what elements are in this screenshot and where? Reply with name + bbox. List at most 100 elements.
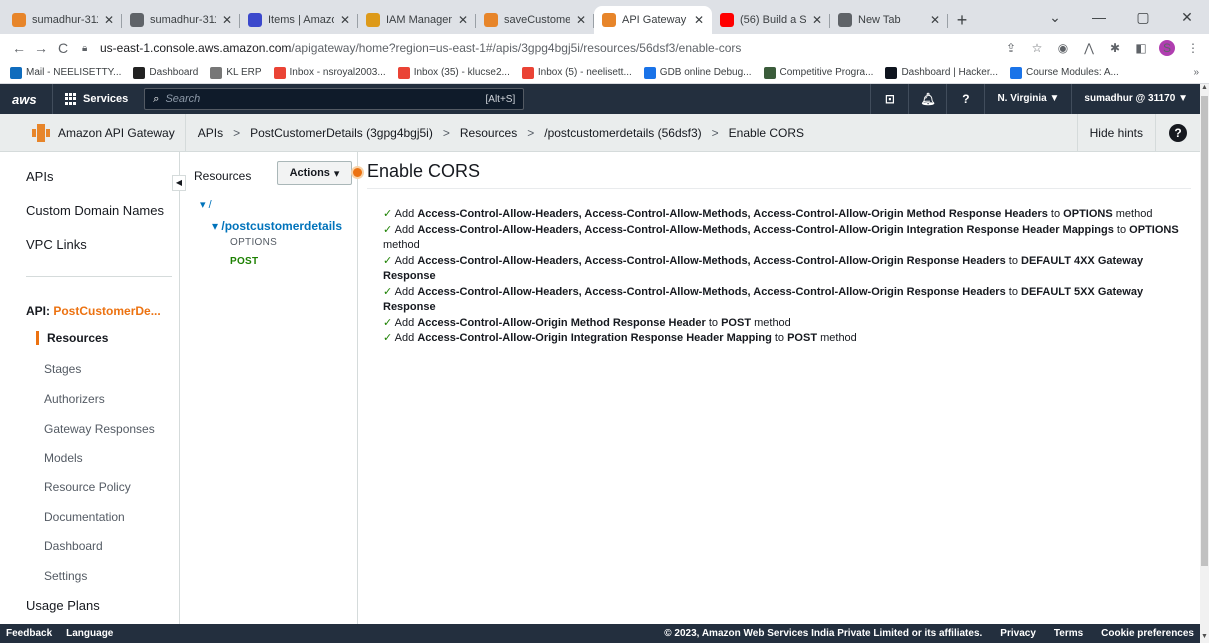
- browser-tab[interactable]: (56) Build a Serve ✕: [712, 6, 830, 34]
- profile-avatar[interactable]: S: [1159, 40, 1175, 56]
- tab-favicon-icon: [838, 13, 852, 27]
- sidebar-item-dashboard[interactable]: Dashboard: [44, 539, 103, 553]
- actions-dropdown-button[interactable]: Actions ▾: [277, 161, 352, 185]
- breadcrumb-resources[interactable]: Resources: [460, 126, 517, 140]
- bookmarks-overflow[interactable]: »: [1193, 67, 1199, 78]
- sidebar-item-resources[interactable]: Resources: [36, 331, 108, 345]
- hide-hints-button[interactable]: Hide hints: [1076, 113, 1156, 152]
- region-selector[interactable]: N. Virginia ▼: [984, 84, 1071, 114]
- step-headers: Access-Control-Allow-Headers, Access-Con…: [417, 208, 1048, 220]
- bookmark-item[interactable]: Competitive Progra...: [763, 66, 873, 79]
- maximize-button[interactable]: ▢: [1121, 9, 1165, 26]
- cors-step: ✓ Add Access-Control-Allow-Headers, Acce…: [383, 223, 1191, 254]
- bookmark-item[interactable]: Inbox (5) - neelisett...: [521, 66, 632, 79]
- bookmark-label: GDB online Debug...: [659, 67, 752, 78]
- browser-tab[interactable]: Items | Amazon D ✕: [240, 6, 358, 34]
- browser-tab[interactable]: sumadhur-31170 ✕: [4, 6, 122, 34]
- collapse-sidebar-icon[interactable]: ◀: [172, 175, 186, 191]
- browser-tab[interactable]: IAM Managemen ✕: [358, 6, 476, 34]
- tab-close-icon[interactable]: ✕: [456, 13, 470, 27]
- terms-link[interactable]: Terms: [1054, 628, 1083, 639]
- help-icon[interactable]: ?: [946, 84, 984, 114]
- notifications-bell-icon[interactable]: 🔔︎: [908, 84, 946, 114]
- reload-button[interactable]: C: [52, 40, 74, 56]
- search-placeholder: Search: [165, 93, 201, 105]
- search-input[interactable]: ⌕ Search [Alt+S]: [144, 88, 525, 110]
- page-scrollbar[interactable]: ▲ ▼: [1200, 84, 1209, 643]
- sidepanel-icon[interactable]: ◧: [1133, 41, 1149, 55]
- account-menu[interactable]: sumadhur @ 31170 ▼: [1071, 84, 1200, 114]
- browser-tab[interactable]: sumadhur-31170 ✕: [122, 6, 240, 34]
- sidebar-item-documentation[interactable]: Documentation: [44, 510, 125, 524]
- help-button[interactable]: ?: [1156, 114, 1200, 152]
- scrollbar-thumb[interactable]: [1201, 96, 1208, 566]
- forward-button[interactable]: →: [30, 40, 52, 56]
- step-target: POST: [787, 332, 818, 344]
- tab-close-icon[interactable]: ✕: [810, 13, 824, 27]
- sidebar-item-resource-policy[interactable]: Resource Policy: [44, 480, 131, 494]
- step-text: to: [771, 332, 788, 344]
- breadcrumb-separator-icon: >: [233, 125, 241, 140]
- browser-tab[interactable]: API Gateway - Co ✕: [594, 6, 712, 34]
- back-button[interactable]: ←: [8, 40, 30, 56]
- scroll-down-arrow-icon[interactable]: ▼: [1200, 633, 1209, 643]
- tree-method-options[interactable]: OPTIONS: [230, 237, 277, 248]
- tab-close-icon[interactable]: ✕: [928, 13, 942, 27]
- sidebar-item-usage-plans[interactable]: Usage Plans: [26, 598, 100, 613]
- bookmark-favicon-icon: [1010, 66, 1022, 79]
- sidebar-item-custom-domain-names[interactable]: Custom Domain Names: [26, 203, 164, 218]
- new-tab-button[interactable]: +: [948, 6, 976, 34]
- tab-close-icon[interactable]: ✕: [102, 13, 116, 27]
- hint-indicator-icon[interactable]: [353, 168, 362, 177]
- tab-close-icon[interactable]: ✕: [574, 13, 588, 27]
- puzzle-icon[interactable]: ✱: [1107, 41, 1123, 55]
- aws-logo[interactable]: aws: [0, 92, 44, 107]
- breadcrumb-api[interactable]: PostCustomerDetails (3gpg4bgj5i): [250, 126, 433, 140]
- bookmark-item[interactable]: Mail - NEELISETTY...: [10, 66, 121, 79]
- bookmark-item[interactable]: KL ERP: [210, 66, 262, 79]
- bookmark-item[interactable]: Course Modules: A...: [1010, 66, 1119, 79]
- tree-child-resource[interactable]: ▾ /postcustomerdetails: [212, 219, 342, 233]
- cloudshell-icon[interactable]: ⊡: [870, 84, 908, 114]
- tab-close-icon[interactable]: ✕: [338, 13, 352, 27]
- privacy-link[interactable]: Privacy: [1000, 628, 1036, 639]
- breadcrumb-resource[interactable]: /postcustomerdetails (56dsf3): [544, 126, 701, 140]
- service-home-link[interactable]: Amazon API Gateway: [0, 113, 186, 152]
- bookmark-item[interactable]: Inbox - nsroyal2003...: [273, 66, 386, 79]
- sidebar-item-authorizers[interactable]: Authorizers: [44, 392, 105, 406]
- feedback-link[interactable]: Feedback: [6, 628, 52, 639]
- bookmark-star-icon[interactable]: ☆: [1029, 41, 1045, 55]
- extension-icon[interactable]: ⋀: [1081, 41, 1097, 55]
- sidebar-item-apis[interactable]: APIs: [26, 169, 53, 184]
- bookmark-item[interactable]: GDB online Debug...: [643, 66, 752, 79]
- language-link[interactable]: Language: [66, 628, 113, 639]
- tab-close-icon[interactable]: ✕: [220, 13, 234, 27]
- close-window-button[interactable]: ✕: [1165, 9, 1209, 26]
- services-menu-button[interactable]: Services: [52, 84, 140, 114]
- bookmark-item[interactable]: Inbox (35) - klucse2...: [397, 66, 510, 79]
- scroll-up-arrow-icon[interactable]: ▲: [1200, 84, 1209, 94]
- breadcrumb-apis[interactable]: APIs: [198, 126, 223, 140]
- step-text: Add: [394, 208, 418, 220]
- browser-tab[interactable]: saveCustomerDe ✕: [476, 6, 594, 34]
- bookmark-item[interactable]: Dashboard: [133, 66, 198, 79]
- tab-close-icon[interactable]: ✕: [692, 13, 706, 27]
- url-field[interactable]: 🔒︎ us-east-1.console.aws.amazon.com/apig…: [82, 37, 993, 59]
- sidebar-item-vpc-links[interactable]: VPC Links: [26, 237, 87, 252]
- menu-icon[interactable]: ⋮: [1185, 41, 1201, 55]
- sidebar-item-models[interactable]: Models: [44, 451, 83, 465]
- step-target: OPTIONS: [1129, 223, 1179, 236]
- sidebar-api-title[interactable]: API: PostCustomerDe...: [26, 304, 161, 318]
- camera-icon[interactable]: ◉: [1055, 41, 1071, 55]
- sidebar-item-settings[interactable]: Settings: [44, 569, 87, 583]
- browser-tab[interactable]: New Tab ✕: [830, 6, 948, 34]
- sidebar-item-gateway-responses[interactable]: Gateway Responses: [44, 422, 155, 436]
- sidebar-item-stages[interactable]: Stages: [44, 362, 81, 376]
- tab-search-icon[interactable]: ⌄: [1033, 9, 1077, 26]
- tree-root-resource[interactable]: ▾ /: [200, 198, 212, 211]
- minimize-button[interactable]: —: [1077, 9, 1121, 25]
- share-icon[interactable]: ⇪: [1003, 41, 1019, 55]
- tree-method-post[interactable]: POST: [230, 256, 258, 267]
- bookmark-item[interactable]: Dashboard | Hacker...: [885, 66, 998, 79]
- cookie-preferences-link[interactable]: Cookie preferences: [1101, 628, 1194, 639]
